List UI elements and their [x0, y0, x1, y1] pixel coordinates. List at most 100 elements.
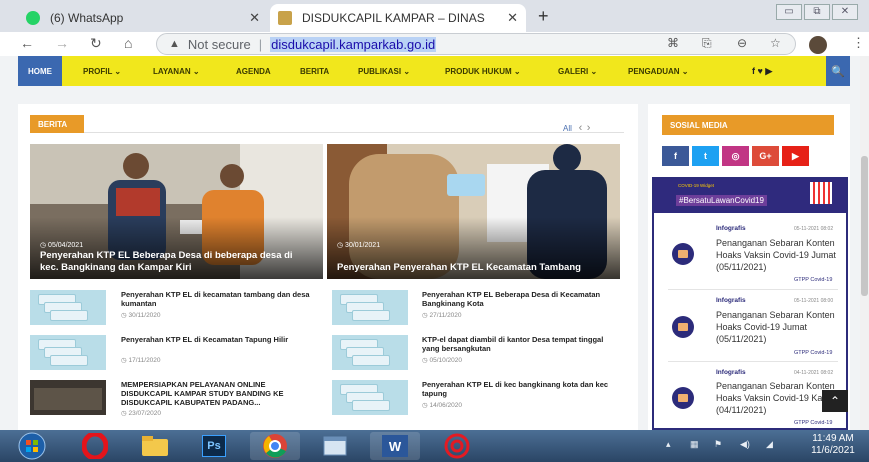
- whatsapp-icon: [26, 11, 40, 25]
- omnibox[interactable]: ▲ Not secure | disdukcapil.kamparkab.go.…: [156, 33, 796, 55]
- nav-social-icons[interactable]: f ♥ ▶: [752, 66, 772, 77]
- nav-publikasi[interactable]: PUBLIKASI ⌄: [358, 67, 410, 76]
- back-icon[interactable]: ←: [20, 35, 34, 51]
- word-icon: W: [382, 435, 408, 457]
- featured-date: ◷ 05/04/2021: [40, 242, 84, 249]
- taskbar-app[interactable]: [432, 432, 482, 460]
- twitter-button[interactable]: t: [692, 146, 719, 166]
- tray-signal-icon[interactable]: ◢: [766, 439, 773, 450]
- taskbar-photoshop[interactable]: Ps: [194, 432, 234, 460]
- google-plus-button[interactable]: G+: [752, 146, 779, 166]
- forward-icon[interactable]: →: [55, 35, 69, 51]
- nav-agenda[interactable]: AGENDA: [236, 67, 271, 76]
- news-thumbnail[interactable]: [332, 335, 408, 370]
- nav-pengaduan[interactable]: PENGADUAN ⌄: [628, 67, 688, 76]
- translate-icon[interactable]: ⎘: [702, 36, 712, 51]
- taskbar-word[interactable]: W: [370, 432, 420, 460]
- cast-icon[interactable]: ⌘: [667, 36, 679, 50]
- covid-widget: COVID-19 Widget #BersatuLawanCovid19 Inf…: [652, 177, 848, 430]
- covid-banner-tag: #BersatuLawanCovid19: [676, 195, 767, 206]
- tab-whatsapp[interactable]: (6) WhatsApp ✕: [18, 4, 268, 32]
- nav-profil[interactable]: PROFIL ⌄: [83, 67, 121, 76]
- security-status: Not secure: [187, 36, 251, 52]
- tab-disdukcapil[interactable]: DISDUKCAPIL KAMPAR – DINAS ✕: [270, 4, 526, 32]
- opera-icon: [82, 433, 108, 459]
- main-navigation: HOME PROFIL ⌄ LAYANAN ⌄ AGENDA BERITA PU…: [18, 56, 850, 86]
- news-thumbnail[interactable]: [30, 380, 106, 415]
- news-title[interactable]: Penyerahan KTP EL di kecamatan tambang d…: [121, 290, 311, 308]
- infographic-icon: [672, 316, 694, 338]
- covid-item-text[interactable]: Penanganan Sebaran Konten Hoaks Covid-19…: [716, 309, 840, 345]
- news-title[interactable]: KTP-el dapat diambil di kantor Desa temp…: [422, 335, 617, 353]
- nav-berita[interactable]: BERITA: [300, 67, 329, 76]
- tray-network-icon[interactable]: ▦: [690, 439, 699, 450]
- taskbar-window[interactable]: [310, 432, 360, 460]
- prev-arrow-icon[interactable]: ‹: [579, 122, 583, 134]
- news-title[interactable]: Penyerahan KTP EL di kec bangkinang kota…: [422, 380, 617, 398]
- new-tab-button[interactable]: +: [538, 6, 549, 27]
- facebook-button[interactable]: f: [662, 146, 689, 166]
- search-icon[interactable]: 🔍: [826, 56, 850, 86]
- maximize-button[interactable]: ⧉: [804, 4, 830, 20]
- featured-caption[interactable]: Penyerahan Penyerahan KTP EL Kecamatan T…: [337, 262, 610, 274]
- minimize-button[interactable]: ▭: [776, 4, 802, 20]
- windows-taskbar: Ps W ▴ ▦ ⚑ ◀) ◢ 11:49 AM 11/6/2021: [0, 430, 869, 462]
- instagram-button[interactable]: ◎: [722, 146, 749, 166]
- taskbar-chrome[interactable]: [250, 432, 300, 460]
- featured-caption[interactable]: Penyerahan KTP EL Beberapa Desa di beber…: [40, 250, 313, 274]
- covid-divider: [668, 289, 838, 290]
- covid-banner[interactable]: COVID-19 Widget #BersatuLawanCovid19: [654, 179, 846, 213]
- back-to-top-button[interactable]: ⌃: [822, 390, 848, 412]
- qr-code-icon: [810, 182, 832, 204]
- news-thumbnail[interactable]: [332, 380, 408, 415]
- reload-icon[interactable]: ↻: [90, 35, 102, 52]
- tab-title: DISDUKCAPIL KAMPAR – DINAS: [302, 11, 485, 25]
- browser-tab-strip: (6) WhatsApp ✕ DISDUKCAPIL KAMPAR – DINA…: [0, 0, 869, 32]
- nav-home[interactable]: HOME: [18, 56, 62, 86]
- nav-produk-hukum[interactable]: PRODUK HUKUM ⌄: [445, 67, 521, 76]
- taskbar-clock[interactable]: 11:49 AM 11/6/2021: [803, 433, 863, 457]
- bookmark-star-icon[interactable]: ☆: [770, 36, 781, 50]
- next-arrow-icon[interactable]: ›: [587, 122, 591, 134]
- url-text[interactable]: disdukcapil.kamparkab.go.id: [270, 36, 437, 52]
- news-date: ◷ 17/11/2020: [121, 357, 161, 364]
- menu-kebab-icon[interactable]: ⋮: [852, 35, 865, 51]
- zoom-icon[interactable]: ⊖: [737, 36, 747, 50]
- nav-layanan[interactable]: LAYANAN ⌄: [153, 67, 200, 76]
- photoshop-icon: Ps: [202, 435, 226, 457]
- tray-arrow-icon[interactable]: ▴: [666, 439, 671, 450]
- folder-icon: [142, 436, 168, 456]
- news-title[interactable]: Penyerahan KTP EL di Kecamatan Tapung Hi…: [121, 335, 311, 344]
- featured-story[interactable]: ◷ 30/01/2021 Penyerahan Penyerahan KTP E…: [327, 144, 620, 279]
- featured-story[interactable]: ◷ 05/04/2021 Penyerahan KTP EL Beberapa …: [30, 144, 323, 279]
- youtube-button[interactable]: ▶: [782, 146, 809, 166]
- news-title[interactable]: Penyerahan KTP EL Beberapa Desa di Kecam…: [422, 290, 617, 308]
- news-date: ◷ 30/11/2020: [121, 312, 161, 319]
- section-nav: All ‹ ›: [563, 122, 590, 134]
- taskbar-explorer[interactable]: [130, 432, 180, 460]
- covid-banner-small: COVID-19 Widget: [678, 183, 715, 188]
- start-button[interactable]: [12, 432, 52, 460]
- news-thumbnail[interactable]: [332, 290, 408, 325]
- all-link[interactable]: All: [563, 124, 572, 133]
- tray-volume-icon[interactable]: ◀): [740, 439, 750, 450]
- nav-galeri[interactable]: GALERI ⌄: [558, 67, 597, 76]
- close-window-button[interactable]: ✕: [832, 4, 858, 20]
- news-thumbnail[interactable]: [30, 290, 106, 325]
- taskbar-opera[interactable]: [70, 432, 120, 460]
- close-tab-icon[interactable]: ✕: [507, 10, 518, 26]
- featured-date: ◷ 30/01/2021: [337, 242, 381, 249]
- news-title[interactable]: MEMPERSIAPKAN PELAYANAN ONLINE DISDUKCAP…: [121, 380, 316, 407]
- page-scrollbar[interactable]: [860, 56, 869, 430]
- profile-avatar[interactable]: [809, 36, 827, 54]
- sidebar-title: SOSIAL MEDIA: [662, 115, 834, 135]
- home-icon[interactable]: ⌂: [124, 35, 132, 51]
- clock-date: 11/6/2021: [811, 445, 855, 456]
- close-tab-icon[interactable]: ✕: [249, 10, 260, 26]
- covid-item-text[interactable]: Penanganan Sebaran Konten Hoaks Vaksin C…: [716, 237, 840, 273]
- tray-flag-icon[interactable]: ⚑: [714, 439, 722, 450]
- warning-icon[interactable]: ▲: [169, 38, 180, 50]
- news-thumbnail[interactable]: [30, 335, 106, 370]
- infographic-icon: [672, 387, 694, 409]
- scrollbar-thumb[interactable]: [861, 156, 868, 296]
